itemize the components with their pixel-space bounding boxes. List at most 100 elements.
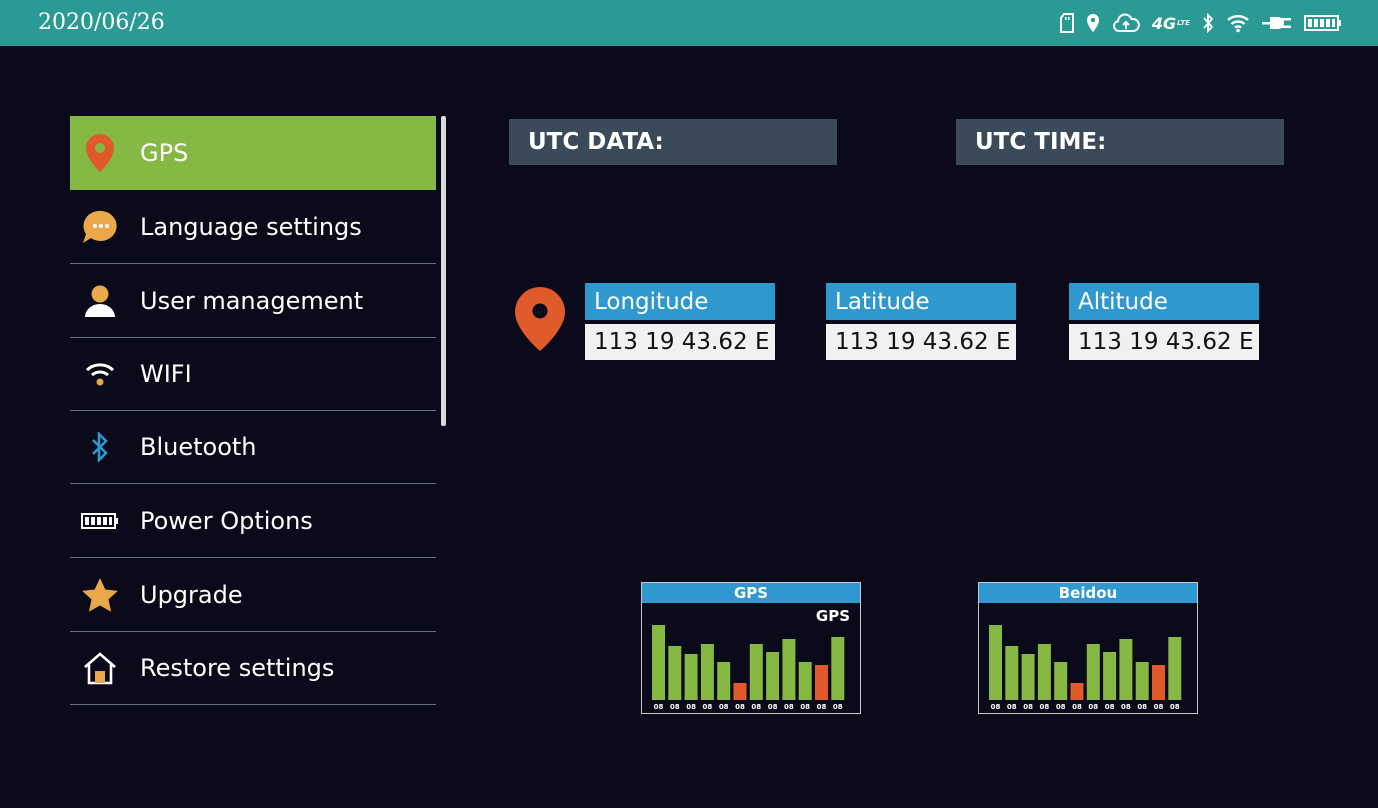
- chat-bubble-icon: [70, 209, 130, 245]
- plug-icon: [1262, 10, 1292, 36]
- home-icon: [70, 651, 130, 685]
- gps-bar-label: 08: [784, 703, 794, 711]
- gps-bars: 08 08 08 08 08 08 08 08 08 08 08 08: [652, 625, 845, 711]
- beidou-bar: [1152, 665, 1165, 700]
- beidou-bar: [1021, 654, 1035, 700]
- gps-bar: [668, 646, 682, 700]
- sidebar-item-label: Language settings: [140, 212, 362, 241]
- gps-bar-label: 08: [670, 703, 680, 711]
- gps-bar: [782, 639, 796, 700]
- beidou-signal-chart: Beidou 08 08 08 08 08 08 08 08 08 08 08 08: [978, 582, 1198, 714]
- beidou-bar: [1070, 683, 1084, 700]
- beidou-bar: [989, 625, 1002, 700]
- latitude-label: Latitude: [826, 283, 1016, 320]
- longitude-label: Longitude: [585, 283, 775, 320]
- gps-bar: [831, 637, 845, 700]
- beidou-bars: 08 08 08 08 08 08 08 08 08 08 08 08: [989, 625, 1182, 711]
- beidou-bar-label: 08: [1170, 703, 1180, 711]
- utc-time-label: UTC TIME:: [975, 129, 1107, 155]
- sidebar-item-label: WIFI: [140, 360, 192, 388]
- sidebar-item-label: Bluetooth: [140, 433, 257, 461]
- altitude-value: 113 19 43.62 E: [1069, 324, 1259, 360]
- gps-bar: [652, 625, 665, 700]
- sidebar-item-label: User management: [140, 286, 364, 315]
- gps-bar: [684, 654, 698, 700]
- sidebar-item-label: GPS: [140, 139, 189, 167]
- sidebar-item-restore-settings[interactable]: Restore settings: [70, 632, 436, 705]
- gps-bar: [766, 652, 780, 700]
- gps-bar-label: 08: [817, 703, 827, 711]
- beidou-bar-label: 08: [1121, 703, 1131, 711]
- sidebar-item-language-settings[interactable]: Language settings: [70, 190, 436, 264]
- gps-bar: [717, 662, 731, 700]
- longitude-value: 113 19 43.62 E: [585, 324, 775, 360]
- lte-label: 4G: [1151, 13, 1177, 33]
- longitude-card: Longitude 113 19 43.62 E: [585, 283, 775, 360]
- battery-icon: [1304, 10, 1342, 36]
- gps-bar: [700, 644, 714, 700]
- gps-signal-chart: GPS GPS 08 08 08 08 08 08 08 08 08 08 08 08: [641, 582, 861, 714]
- gps-bar: [815, 665, 828, 700]
- location-pin-icon: [70, 133, 130, 173]
- beidou-bar: [1135, 662, 1149, 700]
- beidou-bar-label: 08: [1007, 703, 1017, 711]
- gps-bar: [749, 644, 763, 700]
- beidou-bar-label: 08: [1056, 703, 1066, 711]
- beidou-bar-label: 08: [991, 703, 1001, 711]
- gps-bar-label: 08: [768, 703, 778, 711]
- beidou-bar: [1103, 652, 1117, 700]
- gps-bar-label: 08: [719, 703, 729, 711]
- gps-bar-label: 08: [833, 703, 843, 711]
- beidou-bar-label: 08: [1154, 703, 1164, 711]
- status-bar: 2020/06/26 4G LTE: [0, 0, 1378, 46]
- beidou-bar-label: 08: [1088, 703, 1098, 711]
- lte-sub-label: LTE: [1177, 19, 1190, 27]
- altitude-card: Altitude 113 19 43.62 E: [1069, 283, 1259, 360]
- gps-bar: [733, 683, 747, 700]
- beidou-bar: [1037, 644, 1051, 700]
- sidebar-item-gps[interactable]: GPS: [70, 116, 436, 190]
- bluetooth-icon: [1202, 10, 1214, 36]
- utc-date-label: UTC DATA:: [528, 129, 664, 155]
- gps-bar-label: 08: [686, 703, 696, 711]
- gps-bar-label: 08: [751, 703, 761, 711]
- wifi-icon: [1226, 10, 1250, 36]
- user-icon: [70, 284, 130, 318]
- beidou-bar: [1168, 637, 1182, 700]
- battery-icon: [70, 511, 130, 531]
- location-icon: [1086, 10, 1100, 36]
- bluetooth-icon: [70, 432, 130, 462]
- beidou-bar-label: 08: [1072, 703, 1082, 711]
- sidebar-scrollbar[interactable]: [441, 116, 446, 426]
- cloud-upload-icon: [1112, 10, 1140, 36]
- sidebar-item-wifi[interactable]: WIFI: [70, 338, 436, 411]
- sidebar-item-power-options[interactable]: Power Options: [70, 484, 436, 558]
- utc-time-box: UTC TIME:: [956, 119, 1284, 165]
- gps-bar-label: 08: [735, 703, 745, 711]
- latitude-card: Latitude 113 19 43.62 E: [826, 283, 1016, 360]
- wifi-icon: [70, 361, 130, 387]
- gps-bar: [798, 662, 812, 700]
- beidou-bar-label: 08: [1040, 703, 1050, 711]
- status-date: 2020/06/26: [38, 10, 165, 35]
- beidou-bar-label: 08: [1137, 703, 1147, 711]
- gps-chart-title: GPS: [642, 583, 860, 603]
- beidou-bar-label: 08: [1105, 703, 1115, 711]
- beidou-bar: [1054, 662, 1068, 700]
- sidebar-item-upgrade[interactable]: Upgrade: [70, 558, 436, 632]
- beidou-bar: [1119, 639, 1133, 700]
- beidou-bar: [1086, 644, 1100, 700]
- lte-icon: 4G LTE: [1152, 10, 1190, 36]
- sidebar-item-bluetooth[interactable]: Bluetooth: [70, 411, 436, 484]
- latitude-value: 113 19 43.62 E: [826, 324, 1016, 360]
- sidebar-item-label: Restore settings: [140, 654, 335, 682]
- sidebar-item-label: Upgrade: [140, 580, 243, 609]
- status-icons: 4G LTE: [1059, 10, 1342, 36]
- altitude-label: Altitude: [1069, 283, 1259, 320]
- beidou-chart-title: Beidou: [979, 583, 1197, 603]
- gps-bar-label: 08: [703, 703, 713, 711]
- gps-bar-label: 08: [800, 703, 810, 711]
- sidebar-item-user-management[interactable]: User management: [70, 264, 436, 338]
- beidou-bar: [1005, 646, 1019, 700]
- gps-bar-label: 08: [654, 703, 664, 711]
